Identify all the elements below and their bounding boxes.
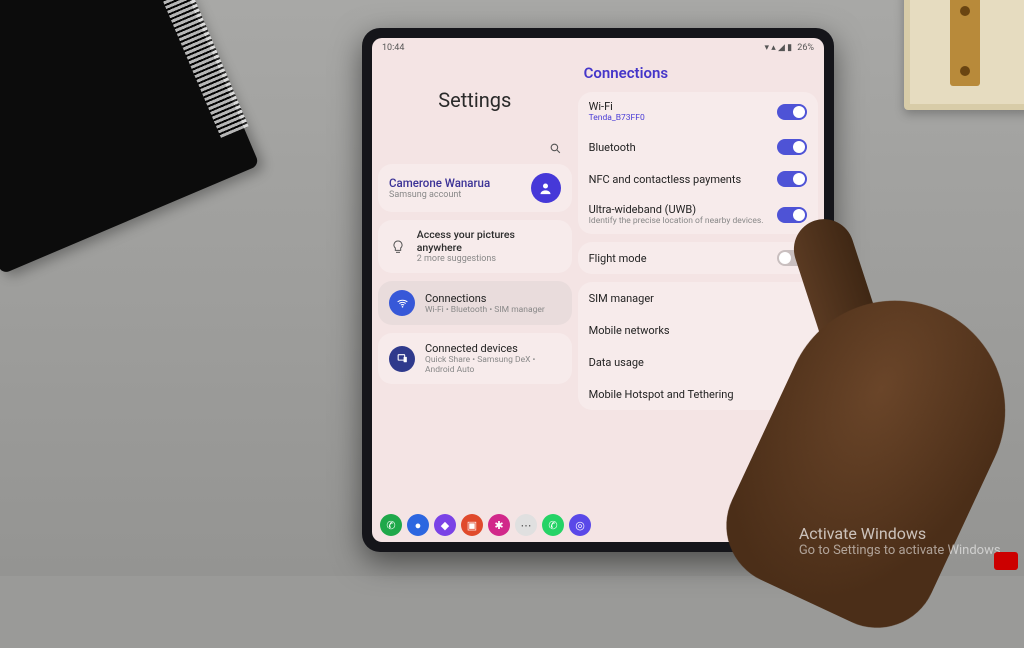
app-news-icon[interactable]: ▣ bbox=[461, 514, 483, 536]
hinge-icon bbox=[950, 0, 980, 86]
account-sub: Samsung account bbox=[389, 190, 490, 200]
row-sub: Tenda_B73FF0 bbox=[589, 113, 771, 123]
row-title: Data usage bbox=[589, 356, 801, 369]
suggestion-sub: 2 more suggestions bbox=[417, 254, 561, 264]
app-gallery-icon[interactable]: ✱ bbox=[488, 514, 510, 536]
wifi-icon bbox=[389, 290, 415, 316]
lightbulb-icon bbox=[389, 239, 407, 255]
row-sub: Identify the precise location of nearby … bbox=[589, 216, 771, 226]
app-phone-icon[interactable]: ✆ bbox=[380, 514, 402, 536]
detail-title: Connections bbox=[578, 58, 818, 92]
account-name: Camerone Wanarua bbox=[389, 176, 490, 190]
page-title: Settings bbox=[378, 88, 572, 112]
row-title: Mobile Hotspot and Tethering bbox=[589, 388, 801, 401]
sidebar-item-label: Connected devices bbox=[425, 342, 561, 355]
sidebar-item-label: Connections bbox=[425, 292, 545, 305]
nfc-toggle[interactable] bbox=[777, 171, 807, 187]
uwb-toggle[interactable] bbox=[777, 207, 807, 223]
row-title: NFC and contactless payments bbox=[589, 173, 771, 186]
row-title: Wi-Fi bbox=[589, 100, 771, 113]
avatar bbox=[531, 173, 561, 203]
row-flight-mode[interactable]: Flight mode bbox=[578, 242, 818, 274]
battery-text: 26% bbox=[797, 43, 814, 53]
barcode-icon bbox=[143, 0, 249, 138]
row-bluetooth[interactable]: Bluetooth bbox=[578, 131, 818, 163]
devices-icon bbox=[389, 346, 415, 372]
app-messages-icon[interactable]: ● bbox=[407, 514, 429, 536]
app-whatsapp-icon[interactable]: ✆ bbox=[542, 514, 564, 536]
sidebar-item-connected-devices[interactable]: Connected devices Quick Share • Samsung … bbox=[378, 333, 572, 384]
sidebar-item-connections[interactable]: Connections Wi-Fi • Bluetooth • SIM mana… bbox=[378, 281, 572, 325]
row-data-usage[interactable]: Data usage bbox=[578, 346, 818, 378]
sidebar-item-sub: Wi-Fi • Bluetooth • SIM manager bbox=[425, 305, 545, 315]
sidebar-item-sub: Quick Share • Samsung DeX • Android Auto bbox=[425, 355, 561, 375]
row-nfc[interactable]: NFC and contactless payments bbox=[578, 163, 818, 195]
connections-group-wireless: Wi-Fi Tenda_B73FF0 Bluetooth NFC and con… bbox=[578, 92, 818, 234]
desk-surface: Galaxy Z Fold6 10:44 ▾ ▴ ◢ ▮ 26% Setting… bbox=[0, 0, 1024, 576]
youtube-badge-icon bbox=[994, 552, 1018, 570]
status-icons: ▾ ▴ ◢ ▮ 26% bbox=[761, 43, 814, 53]
settings-master-pane: Settings Camerone Wanarua Samsung accoun… bbox=[378, 58, 572, 504]
row-title: Bluetooth bbox=[589, 141, 771, 154]
app-settings-icon[interactable]: ◎ bbox=[569, 514, 591, 536]
status-bar: 10:44 ▾ ▴ ◢ ▮ 26% bbox=[372, 38, 824, 58]
activate-windows-watermark: Activate Windows Go to Settings to activ… bbox=[799, 524, 1004, 558]
clock: 10:44 bbox=[382, 43, 404, 53]
search-icon[interactable] bbox=[549, 142, 562, 158]
row-mobile-networks[interactable]: Mobile networks bbox=[578, 314, 818, 346]
product-box: Galaxy Z Fold6 bbox=[0, 0, 260, 274]
suggestion-title: Access your pictures anywhere bbox=[417, 229, 561, 254]
row-title: Mobile networks bbox=[589, 324, 801, 337]
app-browser-icon[interactable]: ◆ bbox=[434, 514, 456, 536]
row-uwb[interactable]: Ultra-wideband (UWB) Identify the precis… bbox=[578, 195, 818, 234]
row-title: SIM manager bbox=[589, 292, 801, 305]
row-title: Ultra-wideband (UWB) bbox=[589, 203, 771, 216]
watermark-title: Activate Windows bbox=[799, 524, 1004, 543]
row-title: Flight mode bbox=[589, 252, 771, 265]
dock: ✆ ● ◆ ▣ ✱ ⋯ ✆ ◎ bbox=[380, 514, 591, 536]
suggestion-card[interactable]: Access your pictures anywhere 2 more sug… bbox=[378, 220, 572, 273]
watermark-sub: Go to Settings to activate Windows. bbox=[799, 543, 1004, 558]
row-sim-manager[interactable]: SIM manager bbox=[578, 282, 818, 314]
app-drawer-icon[interactable]: ⋯ bbox=[515, 514, 537, 536]
row-wifi[interactable]: Wi-Fi Tenda_B73FF0 bbox=[578, 92, 818, 131]
wifi-toggle[interactable] bbox=[777, 104, 807, 120]
account-card[interactable]: Camerone Wanarua Samsung account bbox=[378, 164, 572, 212]
connections-group-flight: Flight mode bbox=[578, 242, 818, 274]
signal-icon: ▾ ▴ ◢ ▮ bbox=[764, 43, 792, 53]
bluetooth-toggle[interactable] bbox=[777, 139, 807, 155]
wood-block bbox=[904, 0, 1024, 110]
